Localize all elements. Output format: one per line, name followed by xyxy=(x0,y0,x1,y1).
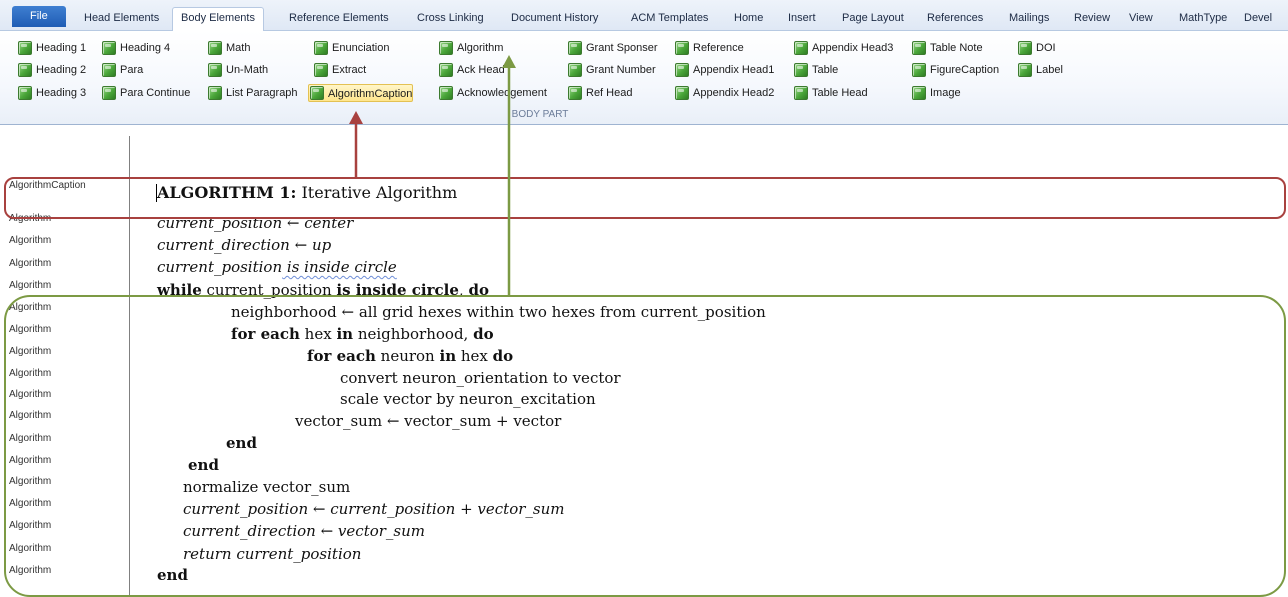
style-button-table[interactable]: Table xyxy=(792,61,838,79)
ribbon-tab-bar: File Head Elements Body Elements Referen… xyxy=(0,0,1288,32)
tab-mailings[interactable]: Mailings xyxy=(1001,8,1057,31)
style-button-heading-2[interactable]: Heading 2 xyxy=(16,61,86,79)
style-icon xyxy=(314,63,328,77)
style-button-ref-head[interactable]: Ref Head xyxy=(566,84,632,102)
tab-head-elements[interactable]: Head Elements xyxy=(76,8,167,31)
algorithm-line[interactable]: current_position is inside circle xyxy=(157,258,397,276)
style-button-heading-4[interactable]: Heading 4 xyxy=(100,39,170,57)
style-button-para[interactable]: Para xyxy=(100,61,143,79)
style-area-label: Algorithm xyxy=(9,280,52,291)
algorithm-line[interactable]: current_direction ← up xyxy=(157,236,331,254)
ribbon-group-label: BODY PART xyxy=(511,109,569,120)
style-icon xyxy=(18,86,32,100)
style-button-appendix-head2[interactable]: Appendix Head2 xyxy=(673,84,774,102)
style-button-un-math[interactable]: Un-Math xyxy=(206,61,268,79)
style-icon xyxy=(568,41,582,55)
style-icon xyxy=(208,63,222,77)
style-icon xyxy=(912,63,926,77)
tab-reference-elements[interactable]: Reference Elements xyxy=(281,8,397,31)
tab-document-history[interactable]: Document History xyxy=(503,8,606,31)
tab-acm-templates[interactable]: ACM Templates xyxy=(623,8,716,31)
style-button-table-note[interactable]: Table Note xyxy=(910,39,983,57)
tab-body-elements[interactable]: Body Elements xyxy=(172,7,264,32)
tab-mathtype[interactable]: MathType xyxy=(1171,8,1235,31)
style-icon xyxy=(568,63,582,77)
style-button-figure-caption[interactable]: FigureCaption xyxy=(910,61,999,79)
style-button-grant-sponser[interactable]: Grant Sponser xyxy=(566,39,658,57)
style-icon xyxy=(102,63,116,77)
style-button-enunciation[interactable]: Enunciation xyxy=(312,39,390,57)
algorithm-body-highlight-box xyxy=(4,295,1286,597)
style-icon xyxy=(675,63,689,77)
style-icon xyxy=(102,86,116,100)
style-button-appendix-head1[interactable]: Appendix Head1 xyxy=(673,61,774,79)
style-area-label: Algorithm xyxy=(9,235,52,246)
style-icon xyxy=(675,41,689,55)
style-button-extract[interactable]: Extract xyxy=(312,61,366,79)
style-button-math[interactable]: Math xyxy=(206,39,250,57)
style-icon xyxy=(912,41,926,55)
style-icon xyxy=(1018,41,1032,55)
tab-page-layout[interactable]: Page Layout xyxy=(834,8,912,31)
style-button-reference[interactable]: Reference xyxy=(673,39,744,57)
style-icon xyxy=(208,41,222,55)
style-icon xyxy=(102,41,116,55)
style-icon xyxy=(439,41,453,55)
style-button-appendix-head3[interactable]: Appendix Head3 xyxy=(792,39,893,57)
style-icon xyxy=(794,41,808,55)
tab-references[interactable]: References xyxy=(919,8,991,31)
style-button-image[interactable]: Image xyxy=(910,84,961,102)
style-icon xyxy=(314,41,328,55)
style-icon xyxy=(18,63,32,77)
style-button-para-continue[interactable]: Para Continue xyxy=(100,84,190,102)
style-button-ack-head[interactable]: Ack Head xyxy=(437,61,505,79)
tab-file[interactable]: File xyxy=(12,6,66,27)
style-icon xyxy=(1018,63,1032,77)
style-icon xyxy=(18,41,32,55)
style-button-algorithm[interactable]: Algorithm xyxy=(437,39,503,57)
style-icon xyxy=(439,86,453,100)
style-button-label[interactable]: Label xyxy=(1016,61,1063,79)
style-icon xyxy=(794,63,808,77)
style-icon xyxy=(439,63,453,77)
style-button-doi[interactable]: DOI xyxy=(1016,39,1056,57)
style-area-label: Algorithm xyxy=(9,258,52,269)
style-button-acknowledgement[interactable]: Acknowledgement xyxy=(437,84,547,102)
style-icon xyxy=(310,86,324,100)
tab-insert[interactable]: Insert xyxy=(780,8,824,31)
tab-developer[interactable]: Devel xyxy=(1236,8,1280,31)
algorithm-caption-highlight-box xyxy=(4,177,1286,219)
tab-view[interactable]: View xyxy=(1121,8,1161,31)
style-button-grant-number[interactable]: Grant Number xyxy=(566,61,656,79)
style-button-heading-3[interactable]: Heading 3 xyxy=(16,84,86,102)
style-icon xyxy=(794,86,808,100)
tab-cross-linking[interactable]: Cross Linking xyxy=(409,8,492,31)
style-icon xyxy=(675,86,689,100)
style-button-heading-1[interactable]: Heading 1 xyxy=(16,39,86,57)
style-button-list-paragraph[interactable]: List Paragraph xyxy=(206,84,298,102)
tab-review[interactable]: Review xyxy=(1066,8,1118,31)
style-icon xyxy=(912,86,926,100)
style-button-algorithm-caption[interactable]: AlgorithmCaption xyxy=(308,84,414,102)
tab-home[interactable]: Home xyxy=(726,8,771,31)
style-button-table-head[interactable]: Table Head xyxy=(792,84,868,102)
style-icon xyxy=(568,86,582,100)
style-icon xyxy=(208,86,222,100)
